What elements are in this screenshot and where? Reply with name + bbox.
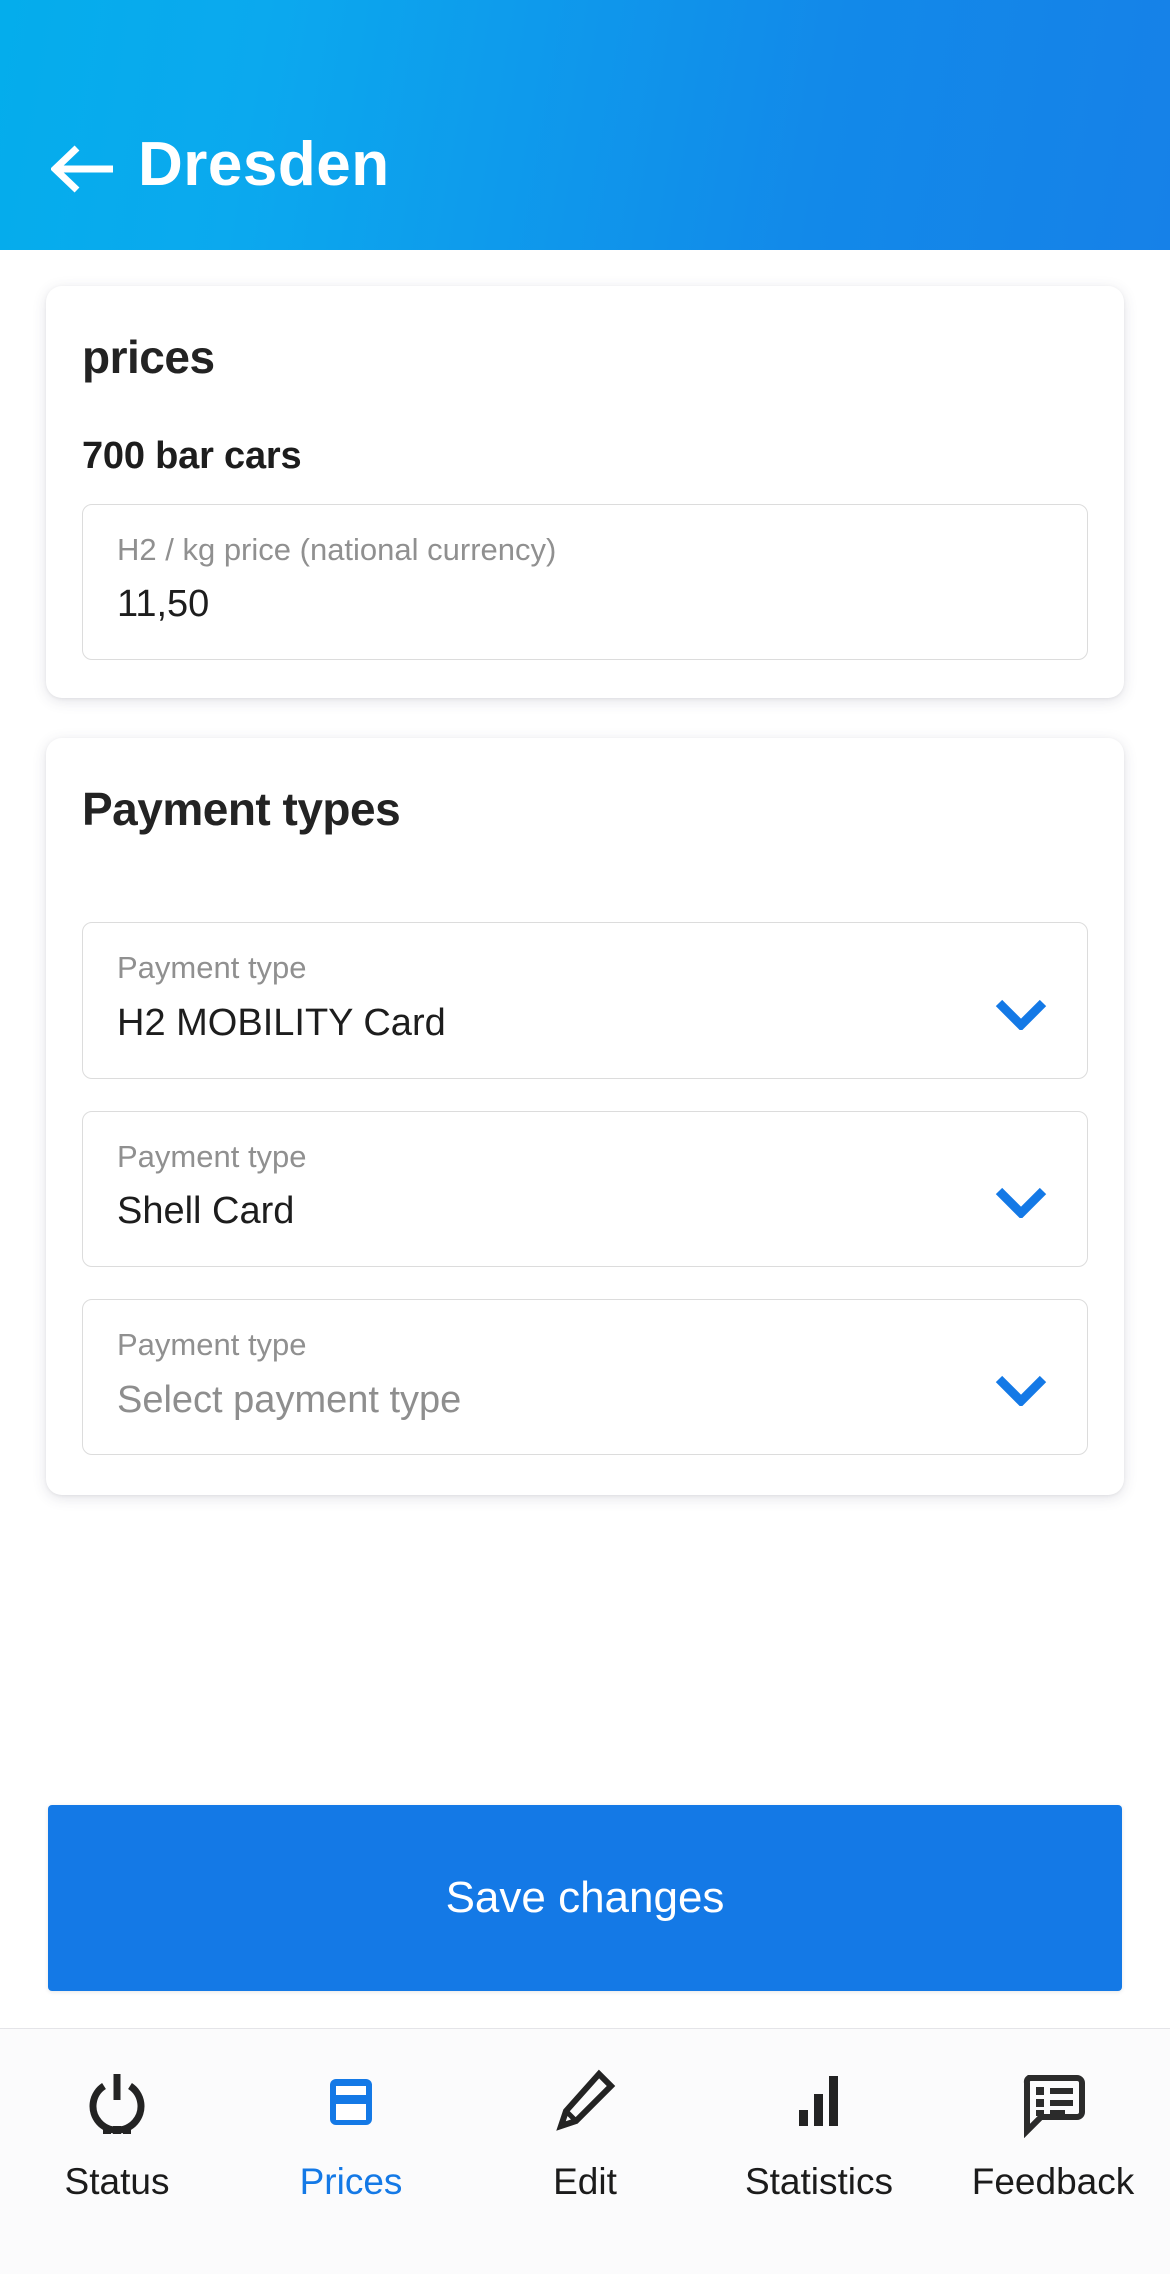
- scroll-content[interactable]: prices 700 bar cars H2 / kg price (natio…: [0, 250, 1170, 2028]
- bottom-navigation: Status Prices Edit Statistics Feedback: [0, 2028, 1170, 2274]
- h2-price-input[interactable]: H2 / kg price (national currency) 11,50: [82, 503, 1088, 660]
- payment-type-label-3: Payment type: [117, 1326, 307, 1362]
- back-button[interactable]: [46, 132, 120, 206]
- nav-item-statistics[interactable]: Statistics: [709, 2063, 929, 2200]
- nav-label-edit: Edit: [553, 2161, 617, 2202]
- payment-type-value-1: H2 MOBILITY Card: [117, 1002, 446, 1045]
- page-title: Dresden: [138, 130, 390, 199]
- nav-item-edit[interactable]: Edit: [475, 2063, 695, 2200]
- bar-chart-icon: [780, 2063, 858, 2141]
- nav-item-feedback[interactable]: Feedback: [943, 2063, 1163, 2200]
- payment-type-value-2: Shell Card: [117, 1190, 295, 1233]
- chat-list-icon: [1014, 2063, 1092, 2141]
- nav-item-status[interactable]: Status: [7, 2063, 227, 2200]
- chevron-down-icon[interactable]: [989, 982, 1053, 1046]
- chevron-down-icon-glyph: [995, 1187, 1047, 1218]
- h2-price-label: H2 / kg price (national currency): [117, 531, 557, 567]
- payment-type-select-1[interactable]: Payment type H2 MOBILITY Card: [82, 922, 1088, 1079]
- payment-type-select-2[interactable]: Payment type Shell Card: [82, 1110, 1088, 1267]
- chevron-down-icon[interactable]: [989, 1358, 1053, 1422]
- prices-subsection-title: 700 bar cars: [82, 434, 302, 477]
- nav-label-status: Status: [64, 2161, 170, 2202]
- prices-card: prices 700 bar cars H2 / kg price (natio…: [46, 286, 1124, 698]
- app-header: Dresden: [0, 0, 1170, 250]
- payment-types-title: Payment types: [82, 782, 401, 835]
- chevron-down-icon-glyph: [995, 999, 1047, 1030]
- payment-type-value-3: Select payment type: [117, 1378, 462, 1421]
- arrow-left-icon: [51, 145, 113, 193]
- h2-price-value: 11,50: [117, 583, 210, 626]
- chevron-down-icon[interactable]: [989, 1170, 1053, 1234]
- nav-label-prices: Prices: [299, 2161, 403, 2202]
- payment-type-label-2: Payment type: [117, 1138, 307, 1174]
- card-icon: [312, 2063, 390, 2141]
- nav-label-feedback: Feedback: [971, 2161, 1135, 2202]
- payment-type-select-3[interactable]: Payment type Select payment type: [82, 1298, 1088, 1456]
- power-icon: [78, 2063, 156, 2141]
- save-changes-button[interactable]: Save changes: [48, 1805, 1122, 1991]
- chevron-down-icon-glyph: [995, 1376, 1047, 1407]
- nav-label-statistics: Statistics: [744, 2161, 894, 2202]
- nav-item-prices[interactable]: Prices: [241, 2063, 461, 2200]
- pencil-icon: [546, 2063, 624, 2141]
- prices-card-title: prices: [82, 331, 215, 383]
- payment-types-card: Payment types Payment type H2 MOBILITY C…: [46, 737, 1124, 1496]
- payment-type-label-1: Payment type: [117, 950, 307, 986]
